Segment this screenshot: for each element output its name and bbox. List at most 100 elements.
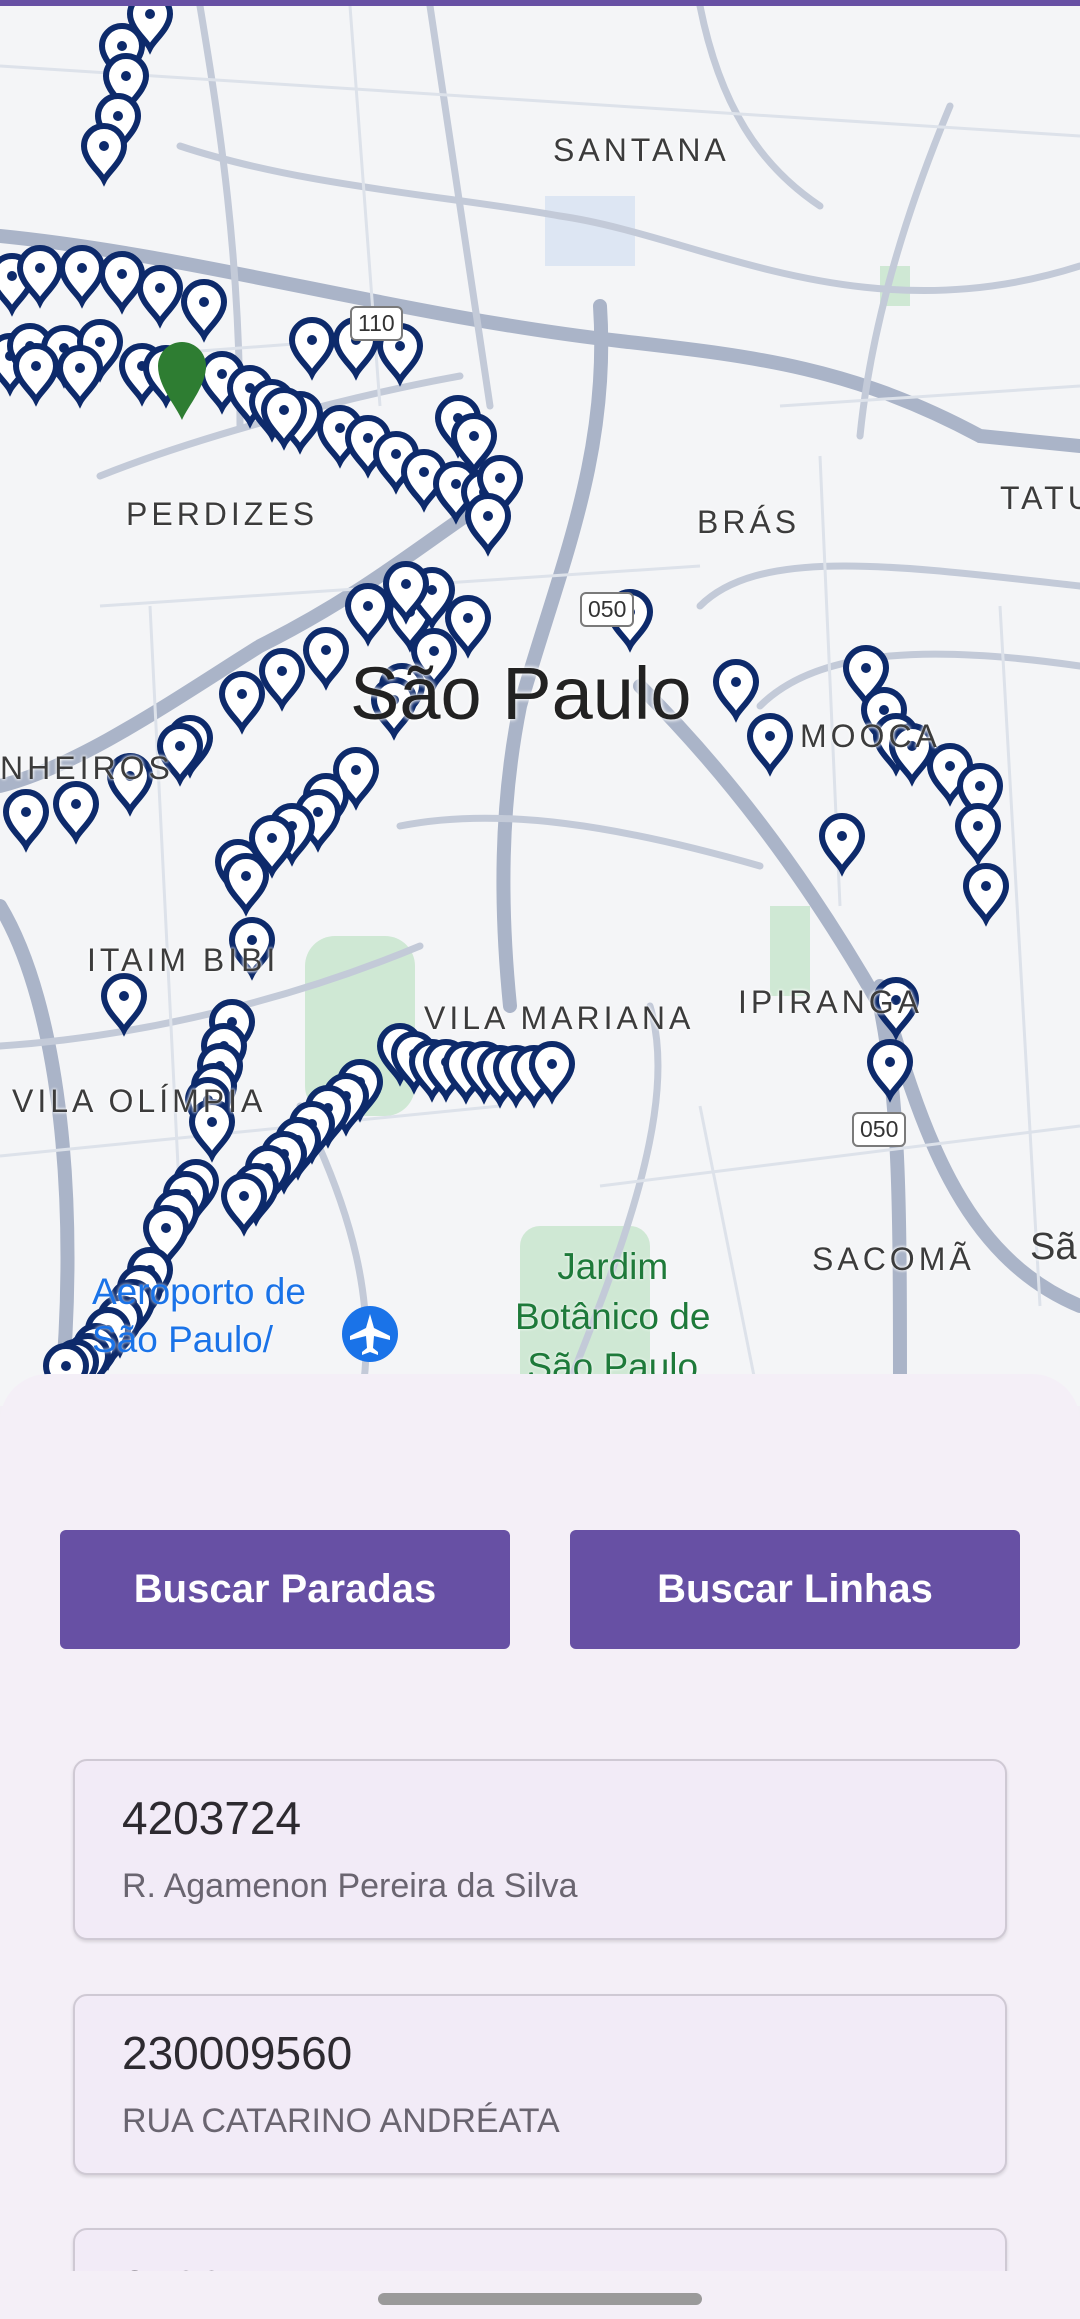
bus-stop-marker[interactable] xyxy=(258,648,306,712)
search-lines-button[interactable]: Buscar Linhas xyxy=(570,1530,1020,1649)
district-label-sacoma: SACOMÃ xyxy=(812,1241,975,1277)
map-view[interactable]: SANTANA PERDIZES BRÁS TATU NHEIROS MOOCA… xyxy=(0,6,1080,1406)
bus-stop-marker[interactable] xyxy=(218,671,266,735)
bus-stop-marker-dot xyxy=(879,705,889,715)
stop-card[interactable]: 4203724 R. Agamenon Pereira da Silva xyxy=(73,1759,1007,1940)
bus-stop-marker[interactable] xyxy=(746,713,794,777)
bus-stop-marker-dot xyxy=(113,111,123,121)
system-nav-bar xyxy=(0,2271,1080,2319)
highway-shield: 050 xyxy=(852,1112,907,1147)
bus-stop-marker-dot xyxy=(419,467,429,477)
bus-stop-marker-dot xyxy=(267,833,277,843)
bus-stop-marker-dot xyxy=(71,799,81,809)
stop-code: 230009560 xyxy=(122,2027,353,2079)
bus-stop-marker-dot xyxy=(837,831,847,841)
bus-stop-marker-dot xyxy=(119,991,129,1001)
bus-stop-marker-dot xyxy=(99,141,109,151)
bus-stop-marker-dot xyxy=(175,741,185,751)
bus-stop-marker-dot xyxy=(547,1059,557,1069)
bus-stop-marker[interactable] xyxy=(12,343,60,407)
bus-stop-marker-dot xyxy=(61,1361,71,1371)
bus-stop-marker-dot xyxy=(237,689,247,699)
bus-stop-marker-dot xyxy=(217,369,227,379)
bus-stop-marker-dot xyxy=(241,871,251,881)
bus-stop-marker-dot xyxy=(483,511,493,521)
bus-stop-marker[interactable] xyxy=(712,659,760,723)
bus-stop-marker[interactable] xyxy=(954,803,1002,867)
highway-shield: 110 xyxy=(350,306,403,341)
bus-stop-marker-dot xyxy=(945,761,955,771)
district-label-mooca: MOOCA xyxy=(800,718,941,754)
stop-address: RUA CATARINO ANDRÉATA xyxy=(122,2102,560,2140)
bus-stop-marker-dot xyxy=(161,1223,171,1233)
bus-stop-marker-dot xyxy=(765,731,775,741)
bus-stop-marker-dot xyxy=(463,613,473,623)
bus-stop-marker-dot xyxy=(451,479,461,489)
bus-stop-marker[interactable] xyxy=(52,781,100,845)
bus-stop-marker[interactable] xyxy=(222,853,270,917)
bus-stop-marker[interactable] xyxy=(100,973,148,1037)
bus-stop-marker[interactable] xyxy=(180,279,228,343)
stop-address: R. Agamenon Pereira da Silva xyxy=(122,1867,578,1905)
bus-stop-marker[interactable] xyxy=(56,345,104,409)
stop-card[interactable]: 230009560 RUA CATARINO ANDRÉATA xyxy=(73,1994,1007,2175)
bus-stop-marker-dot xyxy=(75,363,85,373)
bus-stop-marker[interactable] xyxy=(58,245,106,309)
home-gesture-handle[interactable] xyxy=(378,2293,702,2305)
selected-stop-marker[interactable] xyxy=(158,342,206,420)
park-label-line-1: Jardim xyxy=(557,1246,669,1287)
bus-stop-marker-dot xyxy=(469,431,479,441)
district-label-bras: BRÁS xyxy=(697,504,801,540)
district-label-vila-olimpia: VILA OLÍMPIA xyxy=(12,1083,267,1119)
bus-stop-marker[interactable] xyxy=(2,789,50,853)
bus-stop-marker[interactable] xyxy=(464,493,512,557)
bus-stop-marker-dot xyxy=(35,263,45,273)
airport-label-line-1: Aeroporto de xyxy=(92,1271,306,1312)
bus-stop-marker-dot xyxy=(731,677,741,687)
bus-stop-marker-dot xyxy=(77,263,87,273)
bus-stop-marker-dot xyxy=(155,283,165,293)
bus-stop-marker[interactable] xyxy=(962,863,1010,927)
district-label-pinheiros: NHEIROS xyxy=(0,750,174,786)
district-label-tatu: TATU xyxy=(1000,480,1080,516)
airport-label-line-2: São Paulo/ xyxy=(92,1319,274,1360)
bus-stop-marker[interactable] xyxy=(98,251,146,315)
bus-stop-marker[interactable] xyxy=(302,627,350,691)
bus-stop-marker-dot xyxy=(31,361,41,371)
bus-stop-marker-dot xyxy=(95,337,105,347)
bus-stop-marker-dot xyxy=(363,433,373,443)
bus-stop-marker-dot xyxy=(117,41,127,51)
bus-stop-marker[interactable] xyxy=(818,813,866,877)
bus-stop-marker-dot xyxy=(391,449,401,459)
bus-stop-marker-dot xyxy=(321,645,331,655)
bus-stop-marker-dot xyxy=(861,663,871,673)
bus-stop-marker-dot xyxy=(973,821,983,831)
district-label-santana: SANTANA xyxy=(553,132,730,168)
bus-stop-marker[interactable] xyxy=(80,123,128,187)
bus-stop-marker-dot xyxy=(313,807,323,817)
district-label-itaim: ITAIM BIBI xyxy=(87,942,280,978)
highway-shield: 050 xyxy=(580,592,635,627)
bus-stop-marker-dot xyxy=(981,881,991,891)
bus-stop-marker[interactable] xyxy=(288,317,336,381)
district-label-vila-mariana: VILA MARIANA xyxy=(424,1000,695,1036)
bus-stop-marker-dot xyxy=(401,579,411,589)
bus-stop-marker-dot xyxy=(239,1191,249,1201)
bus-stop-marker[interactable] xyxy=(344,583,392,647)
search-stops-button[interactable]: Buscar Paradas xyxy=(60,1530,510,1649)
bus-stop-marker-dot xyxy=(21,807,31,817)
bus-stop-marker-dot xyxy=(199,297,209,307)
bus-stop-marker-dot xyxy=(307,335,317,345)
bus-stop-marker-dot xyxy=(121,71,131,81)
bus-stop-marker-dot xyxy=(885,1057,895,1067)
bus-stop-marker-dot xyxy=(7,271,17,281)
stop-code: 4203724 xyxy=(122,1792,302,1844)
bus-stop-marker-dot xyxy=(279,405,289,415)
bottom-sheet: Buscar Paradas Buscar Linhas 4203724 R. … xyxy=(0,1374,1080,2319)
bus-stop-marker[interactable] xyxy=(136,265,184,329)
district-label-perdizes: PERDIZES xyxy=(126,496,319,532)
bus-stop-marker-dot xyxy=(351,765,361,775)
airport-label: Aeroporto de São Paulo/ xyxy=(92,1268,306,1364)
park-label: Jardim Botânico de São Paulo xyxy=(515,1242,710,1392)
bus-stop-marker-dot xyxy=(145,9,155,19)
